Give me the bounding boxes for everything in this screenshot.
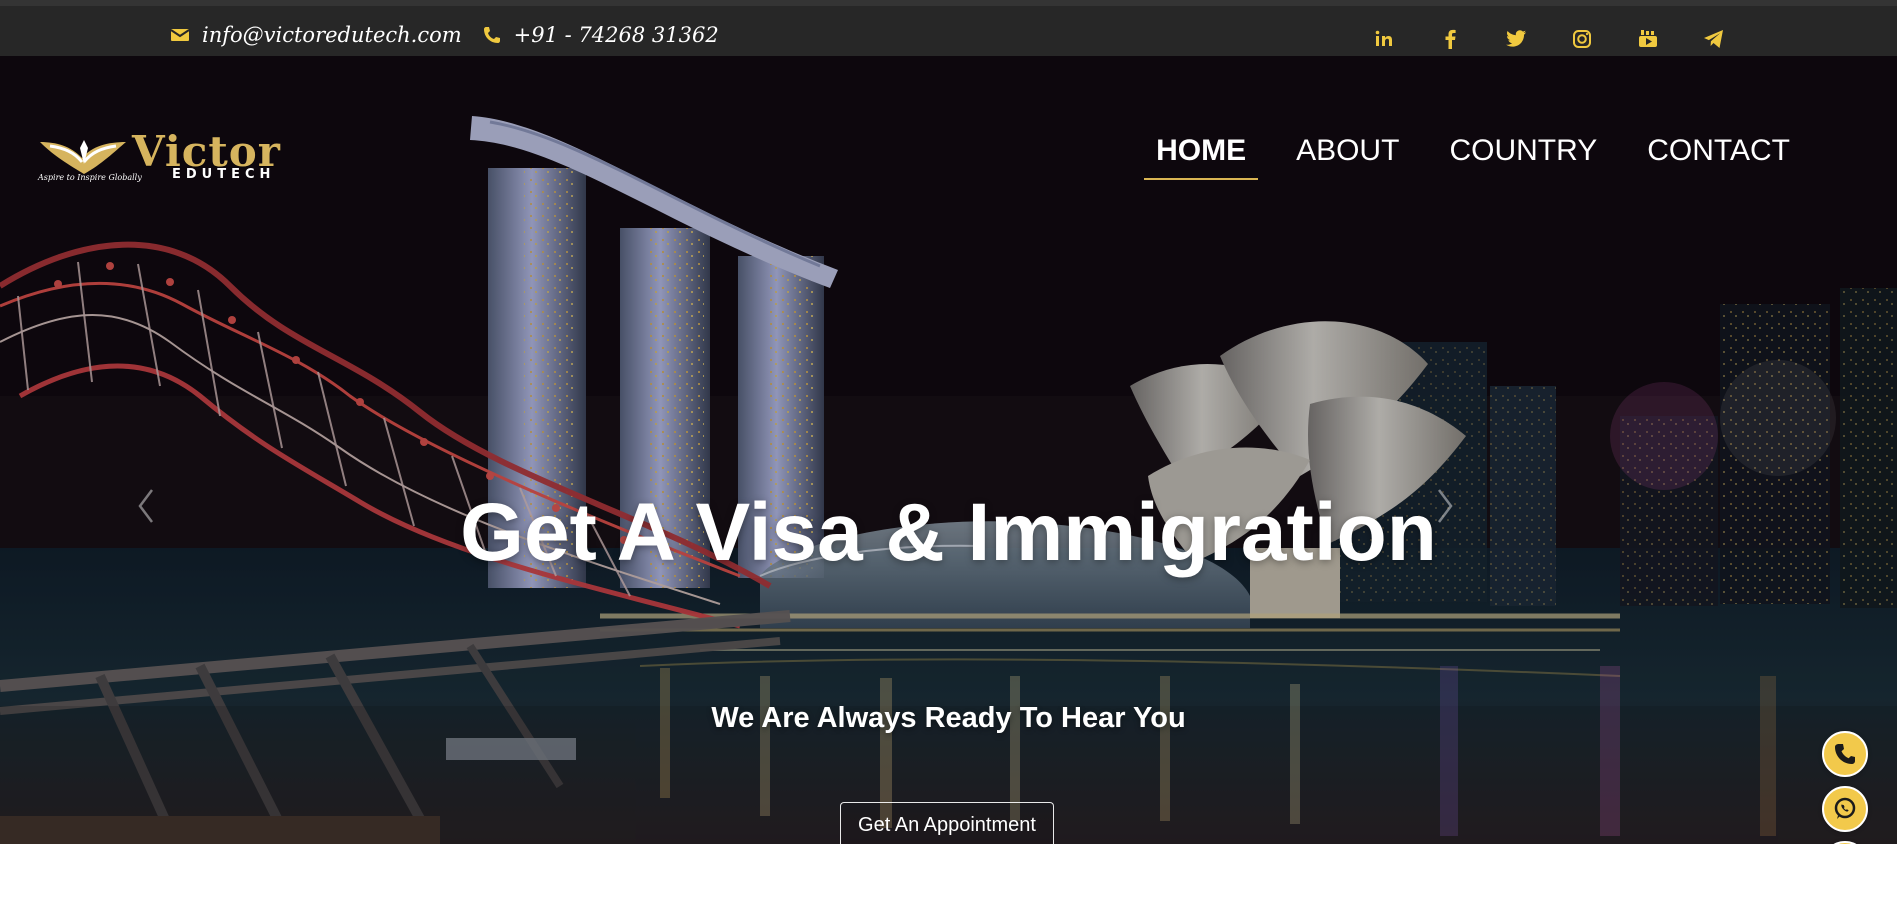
phone-contact-link[interactable]: +91 - 74268 31362 xyxy=(482,23,719,47)
linkedin-icon[interactable] xyxy=(1371,26,1397,52)
nav-contact[interactable]: CONTACT xyxy=(1635,130,1802,180)
brand-logo[interactable]: Victor EDUTECH Aspire to Inspire Globall… xyxy=(36,127,280,182)
telegram-icon[interactable] xyxy=(1701,26,1727,52)
contact-email: info@victoredutech.com xyxy=(202,23,462,47)
brand-tagline: Aspire to Inspire Globally xyxy=(38,173,142,182)
phone-icon xyxy=(1835,744,1855,764)
nav-home[interactable]: HOME xyxy=(1144,130,1259,180)
email-contact-link[interactable]: info@victoredutech.com xyxy=(170,23,462,47)
contact-phone: +91 - 74268 31362 xyxy=(513,23,719,47)
top-contact-bar: info@victoredutech.com +91 - 74268 31362 xyxy=(0,0,1897,56)
hero-title: Get A Visa & Immigration xyxy=(460,487,1437,578)
get-appointment-button[interactable]: Get An Appointment xyxy=(840,802,1054,844)
hero-subtitle: We Are Always Ready To Hear You xyxy=(711,702,1186,734)
facebook-icon[interactable] xyxy=(1437,26,1463,52)
hero-carousel: Victor EDUTECH Aspire to Inspire Globall… xyxy=(0,56,1897,844)
contact-info: info@victoredutech.com +91 - 74268 31362 xyxy=(170,18,719,52)
youtube-icon[interactable] xyxy=(1635,26,1661,52)
eagle-logo-icon xyxy=(40,140,126,174)
main-navigation: HOME ABOUT COUNTRY CONTACT xyxy=(1144,130,1802,180)
instagram-icon[interactable] xyxy=(1569,26,1595,52)
envelope-icon xyxy=(170,27,190,43)
brand-subname: EDUTECH xyxy=(172,167,276,182)
page-content-start xyxy=(0,844,1897,908)
nav-about[interactable]: ABOUT xyxy=(1284,130,1411,180)
call-button[interactable] xyxy=(1822,731,1868,777)
twitter-icon[interactable] xyxy=(1503,26,1529,52)
phone-icon xyxy=(482,25,502,45)
whatsapp-icon xyxy=(1834,797,1856,819)
whatsapp-button[interactable] xyxy=(1822,786,1868,832)
social-links xyxy=(1371,26,1727,52)
nav-country[interactable]: COUNTRY xyxy=(1437,130,1609,180)
